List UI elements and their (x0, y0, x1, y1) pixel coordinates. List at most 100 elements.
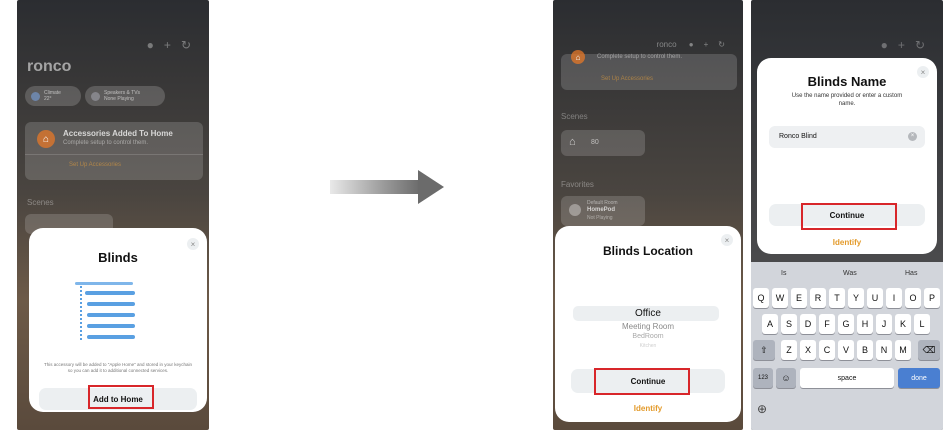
highlight-continue (594, 368, 690, 395)
house-icon: ⌂ (569, 136, 576, 148)
close-icon[interactable]: × (187, 238, 199, 250)
emoji-key[interactable]: ☺ (776, 368, 796, 388)
key-s[interactable]: S (781, 314, 797, 334)
key-c[interactable]: C (819, 340, 835, 360)
shift-key[interactable]: ⇧ (753, 340, 775, 360)
house-icon: ⌂ (37, 130, 55, 148)
favorites-label: Favorites (561, 180, 594, 189)
header-bar: ronco ●+↻ (657, 40, 735, 49)
clear-icon[interactable]: × (908, 132, 917, 141)
header-title: ronco (656, 40, 677, 49)
mic-icon[interactable]: ● (689, 40, 704, 49)
space-key[interactable]: space (800, 368, 894, 388)
globe-icon[interactable]: ⊕ (757, 402, 767, 416)
homepod-icon (569, 204, 581, 216)
home-title: ronco (27, 58, 72, 75)
blinds-icon (29, 282, 207, 352)
key-t[interactable]: T (829, 288, 845, 308)
accessories-banner[interactable]: ⌂ Complete setup to control them. Set Up… (561, 50, 737, 90)
header-icons: ●+↻ (881, 38, 935, 52)
highlight-add-to-home (88, 385, 154, 409)
picker-option[interactable]: Meeting Room (555, 322, 741, 331)
numbers-key[interactable]: 123 (753, 368, 773, 388)
highlight-continue (801, 203, 897, 230)
key-o[interactable]: O (905, 288, 921, 308)
picker-option[interactable]: Kitchen (555, 343, 741, 349)
sheet-title: Blinds (98, 250, 138, 265)
sheet-title: Blinds Name (807, 74, 887, 89)
suggestion[interactable]: Is (781, 270, 786, 277)
key-r[interactable]: R (810, 288, 826, 308)
favorite-name: HomePod (587, 207, 616, 213)
sheet-subtitle: Use the name provided or enter a custom … (791, 93, 903, 107)
banner-title: Accessories Added To Home (63, 129, 173, 138)
key-l[interactable]: L (914, 314, 930, 334)
banner-subtitle: Complete setup to control them. (63, 140, 149, 146)
identify-link[interactable]: Identify (555, 404, 741, 413)
picker-option-selected[interactable]: Office (555, 308, 741, 319)
scene-name: 80 (591, 139, 599, 146)
input-value: Ronco Blind (779, 133, 817, 140)
key-d[interactable]: D (800, 314, 816, 334)
tv-icon (91, 91, 100, 101)
key-k[interactable]: K (895, 314, 911, 334)
key-q[interactable]: Q (753, 288, 769, 308)
key-w[interactable]: W (772, 288, 788, 308)
mic-icon[interactable]: ● (147, 38, 164, 52)
sheet-title: Blinds Location (603, 244, 693, 258)
setup-accessories-link[interactable]: Set Up Accessories (69, 162, 121, 168)
key-m[interactable]: M (895, 340, 911, 360)
key-h[interactable]: H (857, 314, 873, 334)
plus-icon[interactable]: + (898, 38, 915, 52)
blind-name-input[interactable]: Ronco Blind × (769, 126, 925, 148)
scenes-label: Scenes (27, 198, 54, 207)
refresh-icon[interactable]: ↻ (718, 40, 735, 49)
suggestion[interactable]: Has (905, 270, 917, 277)
key-a[interactable]: A (762, 314, 778, 334)
key-b[interactable]: B (857, 340, 873, 360)
favorite-room: Default Room (587, 200, 618, 206)
scene-tile[interactable]: ⌂ 80 (561, 130, 645, 156)
key-x[interactable]: X (800, 340, 816, 360)
key-v[interactable]: V (838, 340, 854, 360)
key-p[interactable]: P (924, 288, 940, 308)
divider (25, 154, 203, 155)
key-n[interactable]: N (876, 340, 892, 360)
key-y[interactable]: Y (848, 288, 864, 308)
flow-arrow-shaft (330, 180, 420, 194)
key-u[interactable]: U (867, 288, 883, 308)
header-icons: ●+↻ (147, 38, 201, 52)
done-key[interactable]: done (898, 368, 940, 388)
climate-subtitle: 22° (44, 96, 52, 102)
refresh-icon[interactable]: ↻ (181, 38, 201, 52)
key-z[interactable]: Z (781, 340, 797, 360)
scenes-label: Scenes (561, 112, 588, 121)
accessories-banner[interactable]: ⌂ Accessories Added To Home Complete set… (25, 122, 203, 180)
setup-accessories-link[interactable]: Set Up Accessories (601, 76, 653, 82)
key-g[interactable]: G (838, 314, 854, 334)
identify-link[interactable]: Identify (757, 238, 937, 247)
favorite-status: Not Playing (587, 215, 613, 221)
picker-option[interactable]: BedRoom (555, 333, 741, 340)
refresh-icon[interactable]: ↻ (915, 38, 935, 52)
climate-pill[interactable]: Climate 22° (25, 86, 81, 106)
climate-icon (31, 91, 40, 101)
flow-arrow-head (418, 170, 444, 204)
key-i[interactable]: I (886, 288, 902, 308)
house-icon: ⌂ (571, 50, 585, 64)
favorite-tile[interactable]: Default Room HomePod Not Playing (561, 196, 645, 226)
key-j[interactable]: J (876, 314, 892, 334)
banner-subtitle: Complete setup to control them. (597, 54, 683, 60)
key-f[interactable]: F (819, 314, 835, 334)
plus-icon[interactable]: + (164, 38, 181, 52)
suggestion[interactable]: Was (843, 270, 857, 277)
speakers-pill[interactable]: Speakers & TVs None Playing (85, 86, 165, 106)
mic-icon[interactable]: ● (881, 38, 898, 52)
sheet-description: This accessory will be added to "Apple H… (43, 362, 193, 373)
key-e[interactable]: E (791, 288, 807, 308)
header-icons: ●+↻ (689, 40, 735, 49)
speakers-subtitle: None Playing (104, 96, 134, 102)
backspace-key[interactable]: ⌫ (918, 340, 940, 360)
plus-icon[interactable]: + (704, 40, 719, 49)
screen-blinds-location: ronco ●+↻ ⌂ Complete setup to control th… (553, 0, 743, 430)
